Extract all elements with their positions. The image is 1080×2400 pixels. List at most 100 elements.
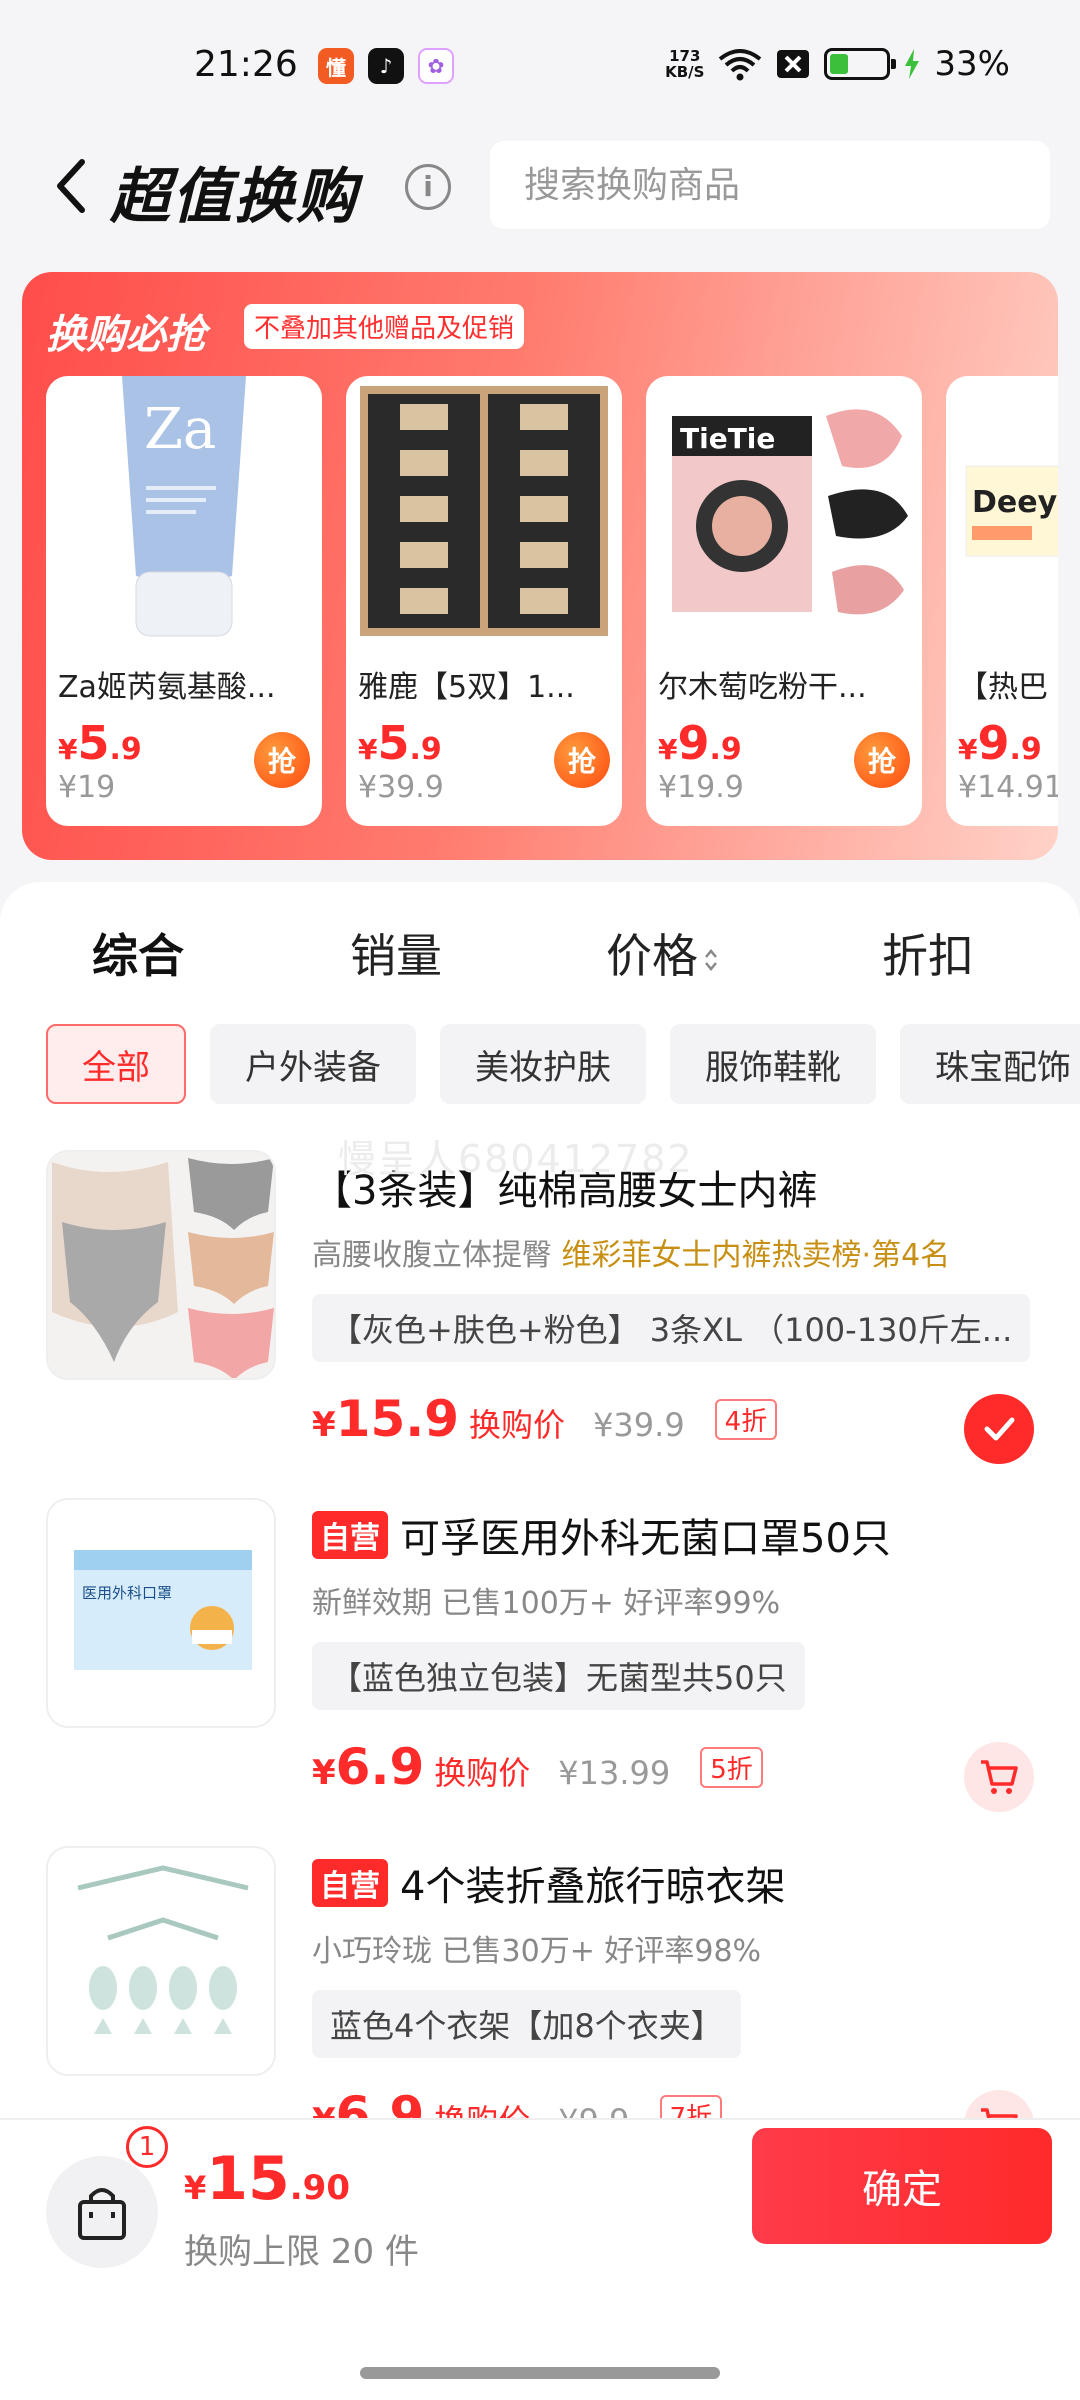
battery-icon [824,48,897,80]
grab-button[interactable]: 抢 [554,732,610,788]
product-thumbnail [46,1846,276,2076]
battery-percent: 33% [934,44,1010,84]
sort-tabs: 综合 销量 价格 折扣 [0,920,1080,1000]
product-subtitle: 高腰收腹立体提臀 维彩菲女士内裤热卖榜·第4名 [312,1238,951,1273]
status-bar: 21:26 懂 ♪ ✿ 173 KB/S 33% [0,0,1080,130]
clock: 21:26 [194,44,298,85]
cart-bag-button[interactable] [46,2156,158,2268]
notification-icons: 懂 ♪ ✿ [318,48,454,84]
status-right: 173 KB/S 33% [665,44,1010,84]
info-icon[interactable]: i [405,164,451,210]
check-icon [984,1417,1015,1441]
confirm-button[interactable]: 确定 [752,2128,1052,2244]
product-image: Deeyeo [965,465,1058,557]
no-sim-icon [777,50,810,78]
self-run-badge: 自营 [312,1511,388,1559]
home-indicator[interactable] [360,2367,720,2379]
sort-caret-icon [705,948,717,971]
category-all[interactable]: 全部 [46,1024,186,1104]
promo-item-orig-price: ¥19.9 [658,770,744,805]
sku-selector[interactable]: 【蓝色独立包装】无菌型共50只 [312,1642,805,1710]
promo-item-price: ¥9.9 [958,716,1042,770]
product-subtitle: 新鲜效期 已售100万+ 好评率99% [312,1586,781,1621]
promo-item-name: 雅鹿【5双】1... [358,670,575,705]
sort-tab-overall[interactable]: 综合 [92,920,184,986]
product-image: TieTie [672,409,908,615]
promo-item-name: 【热巴 [958,670,1048,705]
discount-badge: 4折 [714,1398,778,1440]
promo-tag: 不叠加其他赠品及促销 [244,304,525,349]
promo-item-orig-price: ¥39.9 [358,770,444,805]
category-filter: 全部 户外装备 美妆护肤 服饰鞋靴 珠宝配饰 [46,1024,1080,1104]
product-title: 自营 4个装折叠旅行晾衣架 [312,1854,785,1912]
product-image [360,386,608,636]
search-input[interactable] [490,141,1050,229]
product-subtitle: 小巧玲珑 已售30万+ 好评率98% [312,1934,762,1969]
total-price: ¥15.90 [184,2144,350,2214]
promo-item[interactable]: TieTie 尔木萄吃粉干... ¥9.9 ¥19.9 抢 [646,376,922,826]
tiktok-icon: ♪ [368,48,404,84]
product-price: ¥15.9 换购价 ¥39.9 4折 [312,1390,778,1448]
promo-item-name: Za姬芮氨基酸... [58,670,276,705]
promo-item-price: ¥5.9 [358,716,442,770]
page-title: 超值换购 [110,162,358,232]
svg-text:Deeyeo: Deeyeo [972,485,1058,520]
wifi-icon [719,49,762,81]
promo-section: 换购必抢 不叠加其他赠品及促销 Za Za姬芮氨基酸... ¥5.9 ¥19 抢 [22,272,1058,860]
promo-item-price: ¥9.9 [658,716,742,770]
product-row[interactable]: 【3条装】纯棉高腰女士内裤 高腰收腹立体提臀 维彩菲女士内裤热卖榜·第4名 【灰… [0,1150,1080,1480]
svg-text:Za: Za [144,397,216,462]
promo-items: Za Za姬芮氨基酸... ¥5.9 ¥19 抢 雅鹿【5双】1... ¥5.9… [46,376,1058,826]
svg-text:医用外科口罩: 医用外科口罩 [82,1584,172,1602]
charging-icon [905,49,920,79]
sku-selector[interactable]: 蓝色4个衣架【加8个衣夹】 [312,1990,741,2058]
purchase-limit: 换购上限 20 件 [184,2232,419,2272]
product-row[interactable]: 医用外科口罩 自营 可孚医用外科无菌口罩50只 新鲜效期 已售100万+ 好评率9… [0,1498,1080,1828]
sort-tab-discount[interactable]: 折扣 [882,920,974,986]
sort-tab-sales[interactable]: 销量 [350,920,442,986]
product-image: Za [122,376,246,637]
category-beauty[interactable]: 美妆护肤 [440,1024,646,1104]
promo-title: 换购必抢 [46,312,206,358]
self-run-badge: 自营 [312,1859,388,1907]
product-panel: 综合 销量 价格 折扣 全部 户外装备 美妆护肤 服饰鞋靴 珠宝配饰 【3条装】… [0,882,1080,2122]
product-row[interactable]: 自营 4个装折叠旅行晾衣架 小巧玲珑 已售30万+ 好评率98% 蓝色4个衣架【加… [0,1846,1080,2122]
category-outdoor[interactable]: 户外装备 [210,1024,416,1104]
category-jewelry[interactable]: 珠宝配饰 [900,1024,1080,1104]
category-apparel[interactable]: 服饰鞋靴 [670,1024,876,1104]
add-to-cart-button[interactable] [964,1742,1034,1812]
product-image [48,1152,274,1378]
original-price: ¥13.99 [558,1754,671,1792]
selected-check-button[interactable] [964,1394,1034,1464]
watermark: 慢呈人680412782 [338,1137,694,1181]
bottom-bar: 1 ¥15.90 换购上限 20 件 确定 [0,2118,1080,2400]
grab-button[interactable]: 抢 [854,732,910,788]
original-price: ¥39.9 [593,1406,685,1444]
app-notification-icon: 懂 [318,48,354,84]
promo-item-name: 尔木萄吃粉干... [658,670,867,705]
product-image [48,1848,274,2074]
shopping-bag-icon [78,2188,126,2240]
promo-item[interactable]: Za Za姬芮氨基酸... ¥5.9 ¥19 抢 [46,376,322,826]
product-price: ¥6.9 换购价 ¥9.9 7折 [312,2086,723,2122]
rank-badge: 维彩菲女士内裤热卖榜·第4名 [561,1238,951,1273]
svg-text:TieTie: TieTie [680,422,775,455]
promo-item-price: ¥5.9 [58,716,142,770]
search-box[interactable] [490,141,1050,229]
net-speed: 173 KB/S [665,47,705,81]
product-thumbnail: 医用外科口罩 [46,1498,276,1728]
back-icon[interactable] [48,156,98,216]
cart-count-badge: 1 [126,2126,168,2168]
product-thumbnail [46,1150,276,1380]
cart-icon [981,1760,1018,1794]
product-image: 医用外科口罩 [48,1500,274,1726]
promo-item[interactable]: 雅鹿【5双】1... ¥5.9 ¥39.9 抢 [346,376,622,826]
promo-item[interactable]: Deeyeo 【热巴 ¥9.9 ¥14.91 [946,376,1058,826]
sort-tab-price[interactable]: 价格 [606,920,718,986]
promo-item-orig-price: ¥14.91 [958,770,1058,805]
grab-button[interactable]: 抢 [254,732,310,788]
promo-item-orig-price: ¥19 [58,770,116,805]
product-title: 自营 可孚医用外科无菌口罩50只 [312,1506,891,1564]
sku-selector[interactable]: 【灰色+肤色+粉色】 3条XL （100-130斤左... [312,1294,1031,1362]
header: 超值换购 i [0,138,1080,234]
